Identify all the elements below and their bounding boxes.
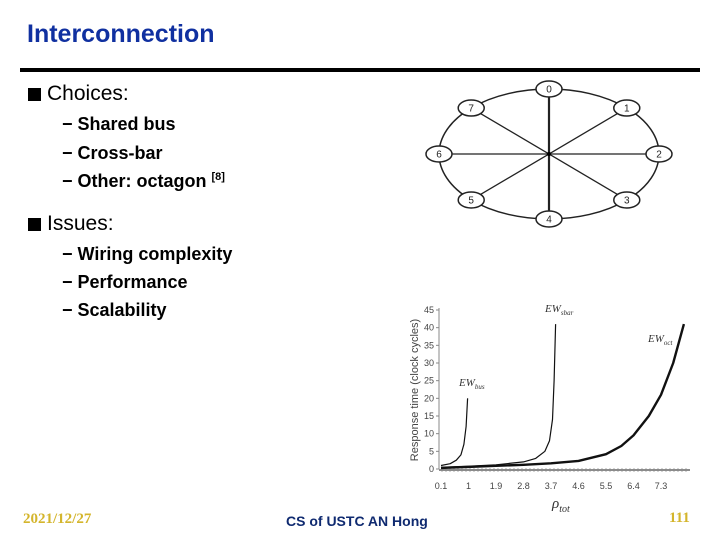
- footer-author: CS of USTC AN Hong: [286, 513, 428, 529]
- series-line-oct: [440, 323, 686, 470]
- y-tick-label: 10: [424, 429, 434, 439]
- y-axis-label: Response time (clock cycles): [409, 319, 421, 461]
- footer-date: 2021/12/27: [23, 511, 92, 527]
- x-tick-label: 2.8: [517, 481, 530, 491]
- x-tick-label: 1.9: [490, 481, 503, 491]
- y-tick-label: 0: [429, 464, 434, 474]
- y-tick-label: 5: [429, 446, 434, 456]
- series-line-sbar: [440, 324, 557, 468]
- y-tick-label: 25: [424, 376, 434, 386]
- series-label-bus: EWbus: [458, 377, 485, 391]
- y-tick-label: 15: [424, 411, 434, 421]
- y-tick-label: 40: [424, 323, 434, 333]
- series-label-oct: EWoct: [647, 333, 673, 347]
- response-time-chart: 0 5 10 15 20 25 30 35 40 45 0.1 1 1.9 2.8 3.7 4.6 5.5 6.4…: [409, 303, 690, 515]
- x-tick-label: 0.1: [435, 481, 448, 491]
- x-tick-label: 4.6: [572, 481, 585, 491]
- y-tick-label: 35: [424, 340, 434, 350]
- x-tick-label: 3.7: [545, 481, 558, 491]
- x-tick-label: 6.4: [627, 481, 640, 491]
- x-tick-label: 7.3: [655, 481, 668, 491]
- x-axis-label: ρtot: [551, 496, 570, 515]
- y-tick-label: 45: [424, 305, 434, 315]
- page-number: 111: [669, 510, 690, 526]
- x-tick-label: 5.5: [600, 481, 613, 491]
- y-tick-label: 20: [424, 393, 434, 403]
- y-tick-label: 30: [424, 358, 434, 368]
- series-line-bus: [440, 398, 469, 467]
- x-tick-label: 1: [466, 481, 471, 491]
- series-label-sbar: EWsbar: [544, 303, 574, 317]
